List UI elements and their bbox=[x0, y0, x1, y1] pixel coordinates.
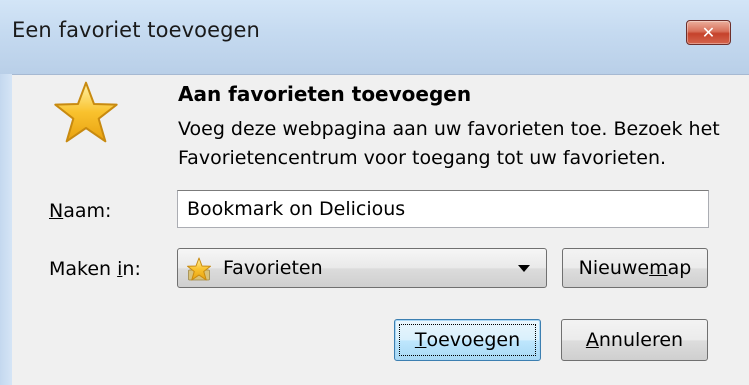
create-in-dropdown[interactable]: Favorieten bbox=[177, 248, 547, 288]
create-in-label: Maken in: bbox=[49, 258, 141, 280]
cancel-button[interactable]: Annuleren bbox=[561, 319, 708, 361]
star-icon bbox=[54, 81, 118, 143]
description-line-1: Voeg deze webpagina aan uw favorieten to… bbox=[178, 118, 720, 140]
close-icon: ✕ bbox=[701, 23, 716, 42]
title-bar[interactable]: Een favoriet toevoegen ✕ bbox=[0, 0, 749, 75]
dialog-heading: Aan favorieten toevoegen bbox=[178, 82, 472, 106]
name-field[interactable] bbox=[177, 190, 709, 228]
description-line-2: Favorietencentrum voor toegang tot uw fa… bbox=[178, 147, 667, 169]
name-input[interactable] bbox=[178, 191, 708, 227]
add-favorite-dialog: Een favoriet toevoegen ✕ Aan favorieten … bbox=[0, 0, 749, 385]
window-title: Een favoriet toevoegen bbox=[12, 18, 260, 42]
star-folder-icon bbox=[187, 257, 211, 281]
window-frame-left bbox=[0, 74, 12, 385]
close-button[interactable]: ✕ bbox=[686, 20, 731, 45]
add-button[interactable]: Toevoegen bbox=[394, 319, 541, 361]
chevron-down-icon[interactable] bbox=[518, 265, 530, 272]
create-in-value: Favorieten bbox=[223, 257, 323, 279]
name-label: Naam: bbox=[49, 200, 112, 222]
new-folder-button[interactable]: Nieuwe m ap bbox=[562, 248, 708, 288]
dialog-description: Voeg deze webpagina aan uw favorieten to… bbox=[178, 115, 738, 173]
